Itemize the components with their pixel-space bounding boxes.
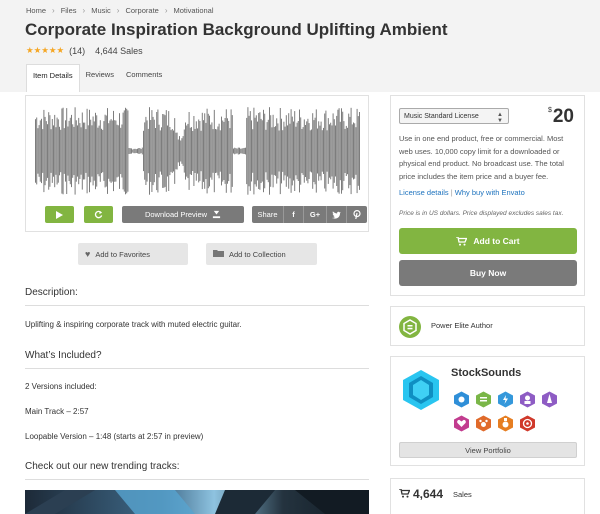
sales-count: 4,644 Sales: [95, 45, 143, 56]
price-amount: 20: [552, 106, 574, 127]
why-buy-link[interactable]: Why buy with Envato: [455, 188, 525, 197]
google-plus-icon[interactable]: G+: [304, 206, 327, 223]
price-currency: $: [547, 107, 552, 114]
license-select[interactable]: Music Standard License ▲ ▼: [399, 108, 509, 124]
add-to-favorites-button[interactable]: ♥ Add to Favorites: [78, 243, 188, 265]
author-badge-icon[interactable]: [519, 391, 536, 408]
author-badge-icon[interactable]: [497, 391, 514, 408]
license-details-link[interactable]: License details: [399, 188, 449, 197]
heart-icon: ♥: [85, 249, 91, 259]
breadcrumb-music[interactable]: Music: [91, 6, 111, 15]
twitter-icon[interactable]: [327, 206, 347, 223]
chevron-right-icon: ›: [116, 6, 120, 15]
breadcrumb-corporate[interactable]: Corporate: [125, 6, 158, 15]
audio-preview-player: Download Preview Share f G+: [25, 95, 369, 232]
loop-icon: [94, 210, 103, 219]
author-avatar[interactable]: [401, 369, 441, 411]
breadcrumb-files[interactable]: Files: [61, 6, 77, 15]
item-tabs: Item Details Reviews Comments: [26, 64, 168, 92]
license-description: Use in one end product, free or commerci…: [399, 134, 564, 181]
page-title: Corporate Inspiration Background Uplifti…: [25, 20, 448, 39]
folder-icon: [213, 249, 224, 259]
included-line: Loopable Version – 1:48 (starts at 2:57 …: [25, 432, 204, 441]
license-links: License details | Why buy with Envato: [399, 188, 525, 197]
sales-total: 4,644: [413, 487, 444, 501]
chevron-updown-icon: ▲ ▼: [497, 112, 503, 124]
author-badge-icon[interactable]: [475, 391, 492, 408]
included-line: Main Track – 2:57: [25, 407, 89, 416]
add-to-cart-button[interactable]: Add to Cart: [399, 228, 577, 254]
power-elite-label: Power Elite Author: [431, 321, 493, 330]
sales-label: Sales: [453, 490, 472, 499]
divider: [25, 368, 369, 369]
add-to-collection-button[interactable]: Add to Collection: [206, 243, 317, 265]
pinterest-icon[interactable]: [347, 206, 367, 223]
play-icon: [56, 210, 63, 219]
author-badge-icon[interactable]: [475, 415, 492, 432]
power-elite-panel: Power Elite Author: [390, 306, 585, 346]
sales-panel: 4,644 Sales: [390, 478, 585, 514]
tab-reviews[interactable]: Reviews: [80, 64, 120, 86]
trending-tracks-image[interactable]: [25, 490, 369, 514]
cart-icon: [399, 489, 410, 498]
description-heading: Description:: [25, 287, 78, 298]
download-preview-button[interactable]: Download Preview: [122, 206, 244, 223]
add-to-cart-label: Add to Cart: [473, 236, 520, 246]
play-button[interactable]: [45, 206, 74, 223]
whats-included-heading: What’s Included?: [25, 350, 102, 361]
description-text: Uplifting & inspiring corporate track wi…: [25, 320, 242, 329]
chevron-right-icon: ›: [164, 6, 168, 15]
license-select-value: Music Standard License: [404, 112, 479, 120]
cart-icon: [456, 236, 468, 246]
item-header: Home › Files › Music › Corporate › Motiv…: [0, 0, 600, 92]
chevron-right-icon: ›: [52, 6, 55, 15]
price-note: Price is in US dollars. Price displayed …: [399, 210, 564, 217]
author-badge-icon[interactable]: [541, 391, 558, 408]
author-badge-icon[interactable]: [453, 391, 470, 408]
add-to-favorites-label: Add to Favorites: [95, 249, 150, 259]
purchase-panel: Music Standard License ▲ ▼ $ 20 Use in on…: [390, 95, 585, 296]
download-preview-label: Download Preview: [144, 210, 208, 219]
breadcrumb-motivational[interactable]: Motivational: [174, 6, 214, 15]
power-elite-badge-icon: [399, 316, 421, 338]
share-group: Share f G+: [252, 206, 367, 223]
rating-row: ★★★★★ (14) 4,644 Sales: [26, 45, 143, 56]
divider: [25, 305, 369, 306]
loop-button[interactable]: [84, 206, 113, 223]
tab-comments[interactable]: Comments: [120, 64, 168, 86]
share-label: Share: [252, 206, 284, 223]
divider: [25, 479, 369, 480]
author-name[interactable]: StockSounds: [451, 367, 521, 379]
breadcrumb-home[interactable]: Home: [26, 6, 46, 15]
included-line: 2 Versions included:: [25, 382, 97, 391]
chevron-right-icon: ›: [82, 6, 86, 15]
breadcrumb: Home › Files › Music › Corporate › Motiv…: [26, 6, 214, 15]
price: $ 20: [548, 106, 574, 128]
star-rating-icon[interactable]: ★★★★★: [26, 45, 64, 56]
author-badge-icon[interactable]: [497, 415, 514, 432]
author-panel: StockSounds View Portfolio: [390, 356, 585, 466]
author-badge-icon[interactable]: [519, 415, 536, 432]
download-icon: [212, 210, 221, 219]
buy-now-button[interactable]: Buy Now: [399, 260, 577, 286]
add-to-collection-label: Add to Collection: [229, 249, 286, 259]
rating-count[interactable]: (14): [69, 46, 85, 56]
view-portfolio-button[interactable]: View Portfolio: [399, 442, 577, 458]
tab-item-details[interactable]: Item Details: [26, 64, 80, 92]
waveform[interactable]: [35, 104, 360, 198]
facebook-icon[interactable]: f: [284, 206, 304, 223]
author-badge-icon[interactable]: [453, 415, 470, 432]
trending-heading: Check out our new trending tracks:: [25, 461, 180, 472]
